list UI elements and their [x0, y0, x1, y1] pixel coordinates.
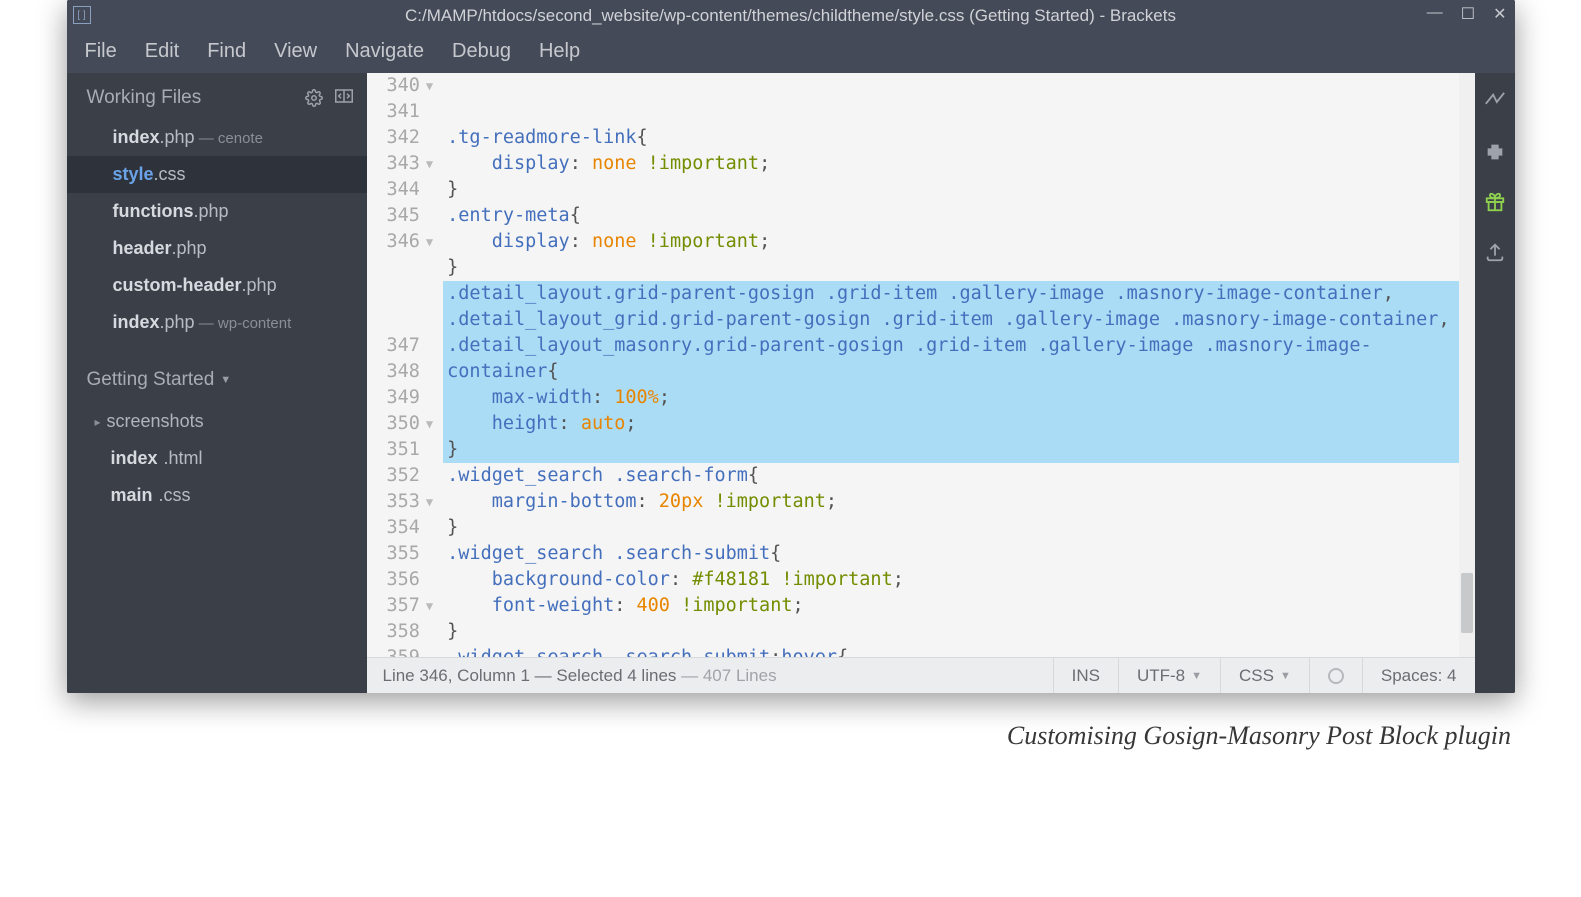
code-editor[interactable]: 340▼341 342 343▼344 345 346▼ 347 348 349… [367, 73, 1475, 657]
line-number: 353▼ [387, 489, 434, 515]
line-number: 341 [387, 99, 434, 125]
line-number: 350▼ [387, 411, 434, 437]
line-number: 352 [387, 463, 434, 489]
working-files-list: index.php — cenotestyle.cssfunctions.php… [67, 119, 367, 341]
working-file-item[interactable]: custom-header.php [67, 267, 367, 304]
indentation-selector[interactable]: Spaces: 4 [1362, 658, 1475, 693]
window-controls: — ☐ ✕ [1427, 4, 1507, 24]
file-item[interactable]: index.html [67, 440, 367, 477]
close-icon[interactable]: ✕ [1493, 4, 1506, 24]
language-selector[interactable]: CSS ▼ [1220, 658, 1309, 693]
live-preview-icon[interactable] [1484, 91, 1506, 113]
working-files-label: Working Files [87, 87, 202, 109]
chevron-down-icon: ▼ [1280, 670, 1291, 682]
working-file-item[interactable]: index.php — cenote [67, 119, 367, 156]
code-line[interactable]: .detail_layout.grid-parent-gosign .grid-… [443, 281, 1474, 385]
total-lines: — 407 Lines [676, 666, 776, 685]
gift-icon[interactable] [1484, 191, 1506, 213]
upload-icon[interactable] [1484, 241, 1506, 263]
line-number: 354 [387, 515, 434, 541]
circle-icon [1328, 668, 1344, 684]
code-line[interactable]: } [443, 437, 1474, 463]
line-number: 355 [387, 541, 434, 567]
encoding-selector[interactable]: UTF-8 ▼ [1118, 658, 1220, 693]
app-icon: [ ] [73, 6, 91, 24]
code-line[interactable]: .tg-readmore-link{ [443, 125, 1474, 151]
line-number: 348 [387, 359, 434, 385]
working-files-header: Working Files [67, 73, 367, 119]
menubar: File Edit Find View Navigate Debug Help [67, 32, 1515, 73]
app-window: [ ] C:/MAMP/htdocs/second_website/wp-con… [67, 0, 1515, 693]
code-line[interactable]: } [443, 515, 1474, 541]
line-number: 347 [387, 333, 434, 359]
folder-item[interactable]: ▸screenshots [67, 403, 367, 440]
code-line[interactable]: display: none !important; [443, 151, 1474, 177]
minimize-icon[interactable]: — [1427, 4, 1443, 24]
working-file-item[interactable]: style.css [67, 156, 367, 193]
gear-icon[interactable] [305, 89, 323, 107]
right-toolbar [1475, 73, 1515, 693]
project-tree: ▸screenshotsindex.htmlmain.css [67, 403, 367, 514]
line-number: 349 [387, 385, 434, 411]
line-number: 345 [387, 203, 434, 229]
project-selector[interactable]: Getting Started ▼ [67, 341, 367, 403]
line-number: 344 [387, 177, 434, 203]
menu-view[interactable]: View [274, 40, 317, 63]
triangle-right-icon: ▸ [95, 415, 101, 429]
window-title: C:/MAMP/htdocs/second_website/wp-content… [405, 6, 1176, 26]
gutter: 340▼341 342 343▼344 345 346▼ 347 348 349… [367, 73, 444, 657]
code-line[interactable]: .widget_search .search-submit{ [443, 541, 1474, 567]
line-number: 351 [387, 437, 434, 463]
line-number: 346▼ [387, 229, 434, 255]
chevron-down-icon: ▼ [1191, 670, 1202, 682]
code-line[interactable]: font-weight: 400 !important; [443, 593, 1474, 619]
code-line[interactable]: background-color: #f48181 !important; [443, 567, 1474, 593]
code-line[interactable]: .widget_search .search-form{ [443, 463, 1474, 489]
cursor-position[interactable]: Line 346, Column 1 — Selected 4 lines [383, 666, 677, 685]
line-number: 359 [387, 645, 434, 657]
vertical-scrollbar[interactable] [1459, 73, 1475, 657]
working-file-item[interactable]: header.php [67, 230, 367, 267]
menu-file[interactable]: File [85, 40, 117, 63]
code-area[interactable]: .tg-readmore-link{ display: none !import… [443, 73, 1474, 657]
code-line[interactable]: } [443, 177, 1474, 203]
menu-find[interactable]: Find [207, 40, 246, 63]
maximize-icon[interactable]: ☐ [1461, 4, 1475, 24]
file-item[interactable]: main.css [67, 477, 367, 514]
menu-navigate[interactable]: Navigate [345, 40, 424, 63]
menu-edit[interactable]: Edit [145, 40, 179, 63]
code-line[interactable]: .entry-meta{ [443, 203, 1474, 229]
working-file-item[interactable]: functions.php [67, 193, 367, 230]
statusbar: Line 346, Column 1 — Selected 4 lines — … [367, 657, 1475, 693]
titlebar: [ ] C:/MAMP/htdocs/second_website/wp-con… [67, 0, 1515, 32]
menu-debug[interactable]: Debug [452, 40, 511, 63]
line-number: 343▼ [387, 151, 434, 177]
line-number: 356 [387, 567, 434, 593]
image-caption: Customising Gosign-Masonry Post Block pl… [0, 693, 1581, 751]
sidebar: Working Files index.php — cenotestyle.cs… [67, 73, 367, 693]
extension-manager-icon[interactable] [1484, 141, 1506, 163]
line-number: 340▼ [387, 73, 434, 99]
lint-status[interactable] [1309, 658, 1362, 693]
line-number: 357▼ [387, 593, 434, 619]
project-label: Getting Started [87, 369, 215, 391]
line-number: 342 [387, 125, 434, 151]
split-view-icon[interactable] [335, 89, 353, 107]
menu-help[interactable]: Help [539, 40, 580, 63]
code-line[interactable]: display: none !important; [443, 229, 1474, 255]
code-line[interactable]: height: auto; [443, 411, 1474, 437]
chevron-down-icon: ▼ [220, 374, 231, 386]
insert-mode[interactable]: INS [1053, 658, 1118, 693]
code-line[interactable]: } [443, 255, 1474, 281]
code-line[interactable]: margin-bottom: 20px !important; [443, 489, 1474, 515]
code-line[interactable]: } [443, 619, 1474, 645]
working-file-item[interactable]: index.php — wp-content [67, 304, 367, 341]
code-line[interactable]: max-width: 100%; [443, 385, 1474, 411]
code-line[interactable]: .widget_search .search-submit:hover{ [443, 645, 1474, 657]
scroll-thumb[interactable] [1461, 573, 1473, 633]
line-number: 358 [387, 619, 434, 645]
